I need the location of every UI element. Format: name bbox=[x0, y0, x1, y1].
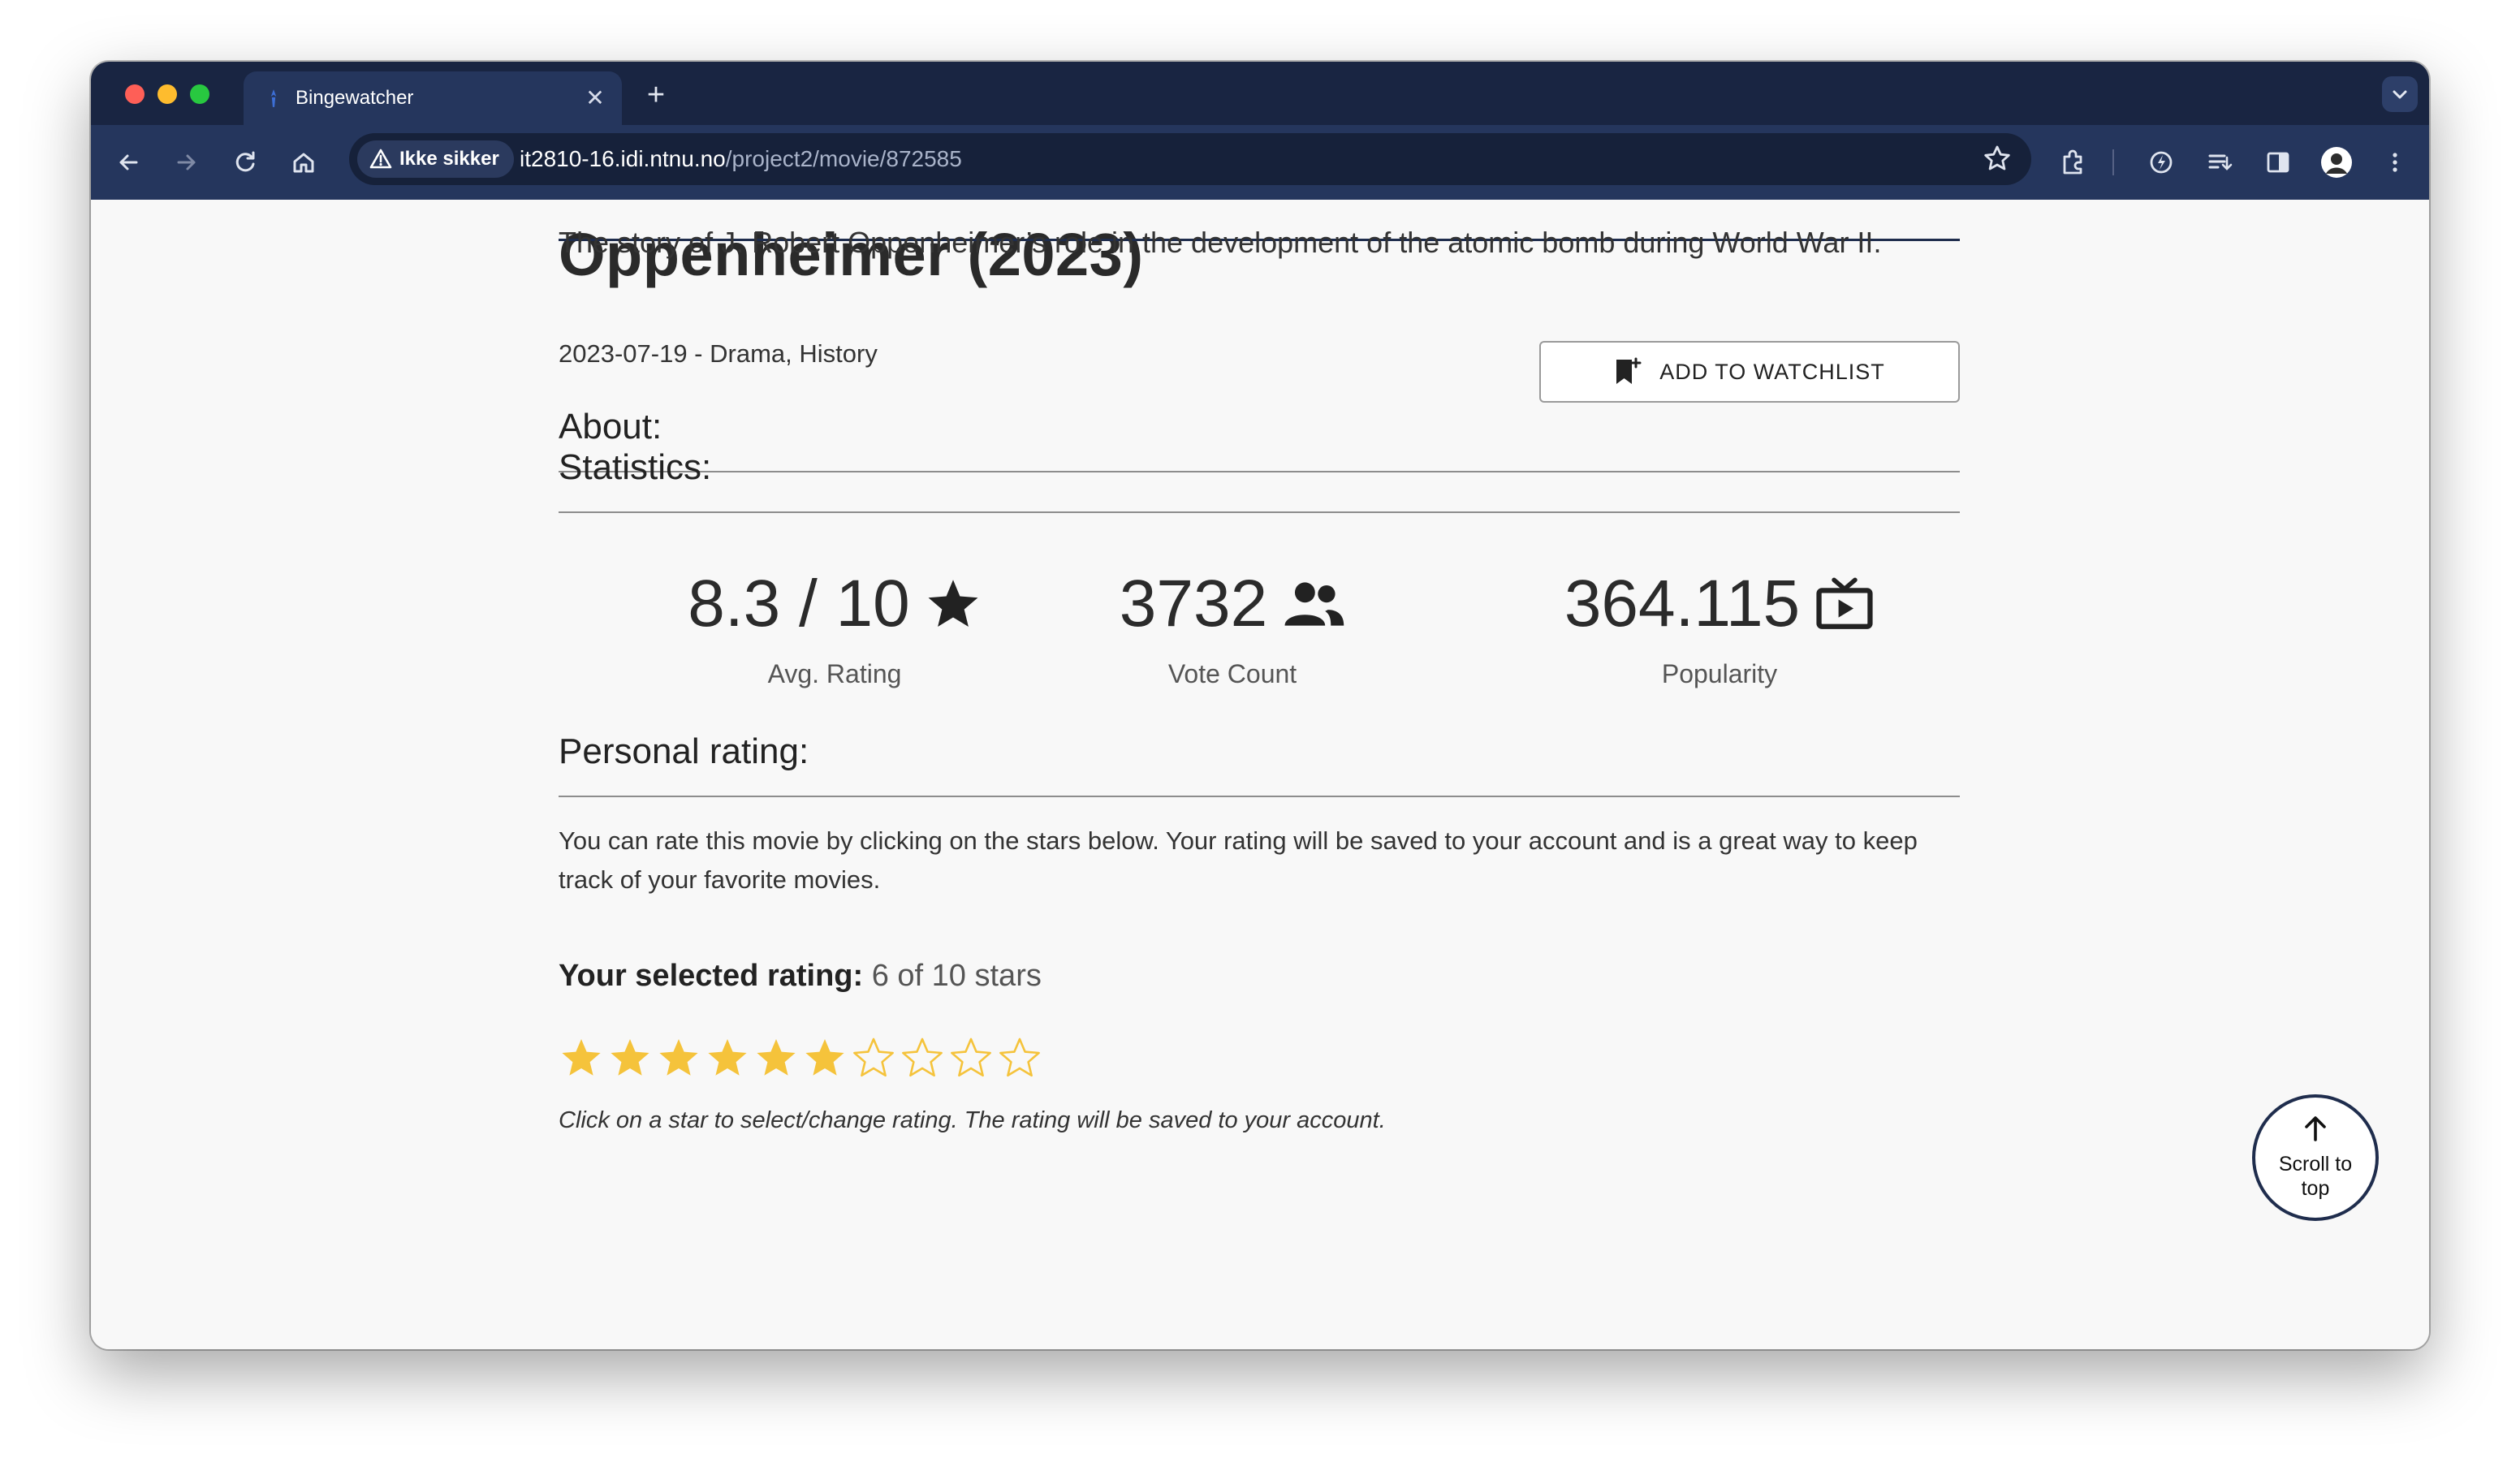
minimize-window-button[interactable] bbox=[158, 84, 177, 104]
stat-value: 8.3 / 10 bbox=[688, 567, 910, 641]
scroll-to-top-button[interactable]: Scroll to top bbox=[2252, 1094, 2379, 1221]
profile-button[interactable] bbox=[2319, 145, 2354, 180]
stat-popularity: 364.115 Popularity bbox=[1541, 565, 1898, 689]
stat-label: Avg. Rating bbox=[767, 659, 902, 688]
selected-rating: Your selected rating: 6 of 10 stars bbox=[559, 958, 1042, 994]
warning-icon bbox=[369, 149, 392, 169]
forward-icon bbox=[177, 154, 196, 170]
back-button[interactable] bbox=[110, 145, 146, 180]
rating-star-filled-icon[interactable] bbox=[656, 1036, 701, 1081]
rating-star-empty-icon[interactable] bbox=[851, 1036, 896, 1081]
statistics-divider bbox=[559, 511, 1960, 513]
star-icon bbox=[928, 580, 978, 627]
tab-close-icon[interactable]: ✕ bbox=[581, 84, 609, 112]
personal-rating-divider bbox=[559, 796, 1960, 797]
url-path: /project2/movie/872585 bbox=[725, 146, 962, 171]
rating-stars[interactable] bbox=[559, 1036, 1042, 1081]
side-panel-icon bbox=[2267, 152, 2289, 173]
more-menu-button[interactable] bbox=[2377, 145, 2413, 180]
people-icon bbox=[1284, 582, 1344, 626]
url-host: it2810-16.idi.ntnu.no bbox=[520, 146, 726, 171]
tab-search-button[interactable] bbox=[2382, 76, 2418, 112]
rating-star-filled-icon[interactable] bbox=[802, 1036, 848, 1081]
stat-avg-rating: 8.3 / 10 Avg. Rating bbox=[640, 565, 1029, 689]
stat-value: 364.115 bbox=[1564, 567, 1801, 641]
about-heading: About: bbox=[559, 407, 662, 446]
home-icon bbox=[293, 153, 314, 173]
url-text[interactable]: it2810-16.idi.ntnu.no/project2/movie/872… bbox=[520, 146, 962, 172]
rating-star-empty-icon[interactable] bbox=[997, 1036, 1042, 1081]
back-icon bbox=[119, 154, 138, 170]
scroll-to-top-label: Scroll to top bbox=[2278, 1153, 2353, 1200]
maximize-window-button[interactable] bbox=[190, 84, 209, 104]
reading-list-button[interactable] bbox=[2202, 145, 2237, 180]
rating-star-filled-icon[interactable] bbox=[559, 1036, 604, 1081]
stat-label: Popularity bbox=[1661, 659, 1778, 688]
close-window-button[interactable] bbox=[125, 84, 145, 104]
chevron-down-icon bbox=[2393, 90, 2407, 99]
personal-rating-text: You can rate this movie by clicking on t… bbox=[559, 826, 1918, 894]
security-chip[interactable]: Ikke sikker bbox=[357, 140, 514, 178]
watchlist-label: ADD TO WATCHLIST bbox=[1659, 359, 1885, 384]
rating-star-empty-icon[interactable] bbox=[900, 1036, 945, 1081]
page-content: Oppenheimer (2023) 2023-07-19 - Drama, H… bbox=[91, 200, 2429, 1349]
home-button[interactable] bbox=[286, 145, 321, 180]
reload-button[interactable] bbox=[227, 145, 263, 180]
forward-button[interactable] bbox=[169, 145, 205, 180]
rating-star-filled-icon[interactable] bbox=[705, 1036, 750, 1081]
extensions-button[interactable] bbox=[2056, 145, 2091, 180]
about-text: The story of J. Robert Oppenheimer’s rol… bbox=[559, 226, 1882, 259]
favicon-icon bbox=[270, 89, 277, 107]
selected-rating-value: 6 of 10 stars bbox=[871, 959, 1042, 993]
rating-hint: Click on a star to select/change rating.… bbox=[559, 1107, 1386, 1133]
reading-list-icon bbox=[2208, 154, 2233, 170]
tab-title: Bingewatcher bbox=[296, 87, 414, 109]
browser-toolbar: Ikke sikker it2810-16.idi.ntnu.no/projec… bbox=[91, 125, 2429, 200]
extensions-icon bbox=[2063, 149, 2082, 175]
more-menu-icon bbox=[2393, 153, 2397, 172]
bookmark-add-icon bbox=[1616, 357, 1642, 384]
browser-titlebar: Bingewatcher ✕ + bbox=[91, 62, 2429, 125]
movie-details: Oppenheimer (2023) 2023-07-19 - Drama, H… bbox=[559, 200, 1960, 1349]
rating-star-filled-icon[interactable] bbox=[753, 1036, 799, 1081]
profile-avatar bbox=[2321, 147, 2352, 178]
address-bar[interactable]: Ikke sikker it2810-16.idi.ntnu.no/projec… bbox=[349, 133, 2031, 185]
rating-star-empty-icon[interactable] bbox=[948, 1036, 994, 1081]
statistics-heading: Statistics: bbox=[559, 447, 712, 487]
bookmark-star-icon[interactable] bbox=[1981, 143, 2013, 175]
toolbar-separator bbox=[2112, 149, 2114, 175]
security-label: Ikke sikker bbox=[399, 148, 499, 170]
about-divider bbox=[559, 471, 1960, 472]
stat-vote-count: 3732 Vote Count bbox=[1062, 565, 1403, 689]
stat-value: 3732 bbox=[1119, 567, 1268, 641]
new-tab-button[interactable]: + bbox=[640, 80, 672, 112]
personal-rating-heading: Personal rating: bbox=[559, 731, 809, 771]
release-genres: 2023-07-19 - Drama, History bbox=[559, 339, 878, 368]
arrow-up-icon bbox=[2305, 1116, 2326, 1141]
browser-window: Bingewatcher ✕ + Ikke sikker it2810-16.i… bbox=[91, 62, 2429, 1349]
rating-star-filled-icon[interactable] bbox=[607, 1036, 653, 1081]
performance-button[interactable] bbox=[2143, 145, 2179, 180]
tv-icon bbox=[1816, 577, 1873, 629]
performance-icon bbox=[2150, 151, 2173, 174]
reload-icon bbox=[235, 151, 255, 172]
selected-rating-label: Your selected rating: bbox=[559, 959, 864, 993]
add-to-watchlist-button[interactable]: ADD TO WATCHLIST bbox=[1539, 341, 1960, 403]
side-panel-button[interactable] bbox=[2260, 145, 2296, 180]
stat-label: Vote Count bbox=[1167, 659, 1297, 688]
browser-tab[interactable]: Bingewatcher ✕ bbox=[244, 71, 622, 125]
